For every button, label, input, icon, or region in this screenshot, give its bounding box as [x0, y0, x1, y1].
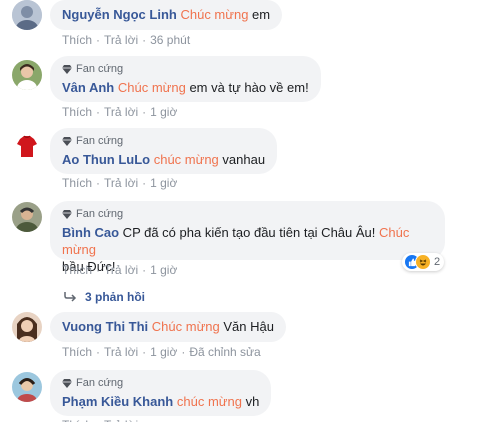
- comment-bubble: Fan cứng Bình Cao CP đã có pha kiến tạo …: [50, 201, 445, 274]
- comment-bubble: Fan cứng Vân Anh Chúc mừng em và tự hào …: [50, 56, 321, 102]
- edited-label[interactable]: Đã chỉnh sửa: [189, 345, 260, 359]
- comment-text: Văn Hậu: [219, 319, 274, 334]
- comment-author[interactable]: Ao Thun LuLo: [62, 152, 150, 167]
- reply-link[interactable]: Trả lời: [104, 263, 138, 277]
- like-link[interactable]: Thích: [62, 418, 92, 422]
- comment-bubble: Nguyễn Ngọc Linh Chúc mừng em: [50, 0, 283, 30]
- comment-time[interactable]: 1 giờ: [150, 345, 177, 359]
- comment-bubble: Fan cứng Phạm Kiều Khanh chúc mừng vh: [50, 370, 272, 416]
- comment-text: vh: [241, 394, 260, 409]
- comment-time[interactable]: 36 phút: [150, 33, 190, 47]
- comment-text: em: [248, 7, 271, 22]
- comment-highlight: chúc mừng: [153, 152, 219, 167]
- comment-author[interactable]: Vân Anh: [62, 80, 114, 95]
- avatar[interactable]: [12, 131, 42, 161]
- reply-link[interactable]: Trả lời: [104, 418, 138, 422]
- comment-actions: Thích · Trả lời · 1 giờ · Đã chỉnh sửa: [62, 345, 261, 359]
- like-link[interactable]: Thích: [62, 263, 92, 277]
- reply-link[interactable]: Trả lời: [104, 33, 138, 47]
- reaction-count: 2: [434, 256, 441, 268]
- fan-badge: Fan cứng: [62, 135, 265, 148]
- fan-badge: Fan cứng: [62, 63, 309, 76]
- comment-text: em và tự hào về em!: [185, 80, 309, 95]
- avatar[interactable]: [12, 372, 42, 402]
- fan-badge: Fan cứng: [62, 377, 259, 390]
- comment-author[interactable]: Phạm Kiều Khanh: [62, 394, 173, 409]
- comment-highlight: chúc mừng: [176, 394, 242, 409]
- reply-arrow-icon: [64, 292, 77, 302]
- view-replies-link[interactable]: 3 phản hồi: [64, 290, 145, 304]
- avatar[interactable]: [12, 0, 42, 30]
- comment-text: CP đã có pha kiến tạo đầu tiên tại Châu …: [119, 225, 379, 240]
- diamond-icon: [62, 379, 72, 388]
- comment-actions: Thích · Trả lời · 1 giờ: [62, 263, 178, 277]
- like-link[interactable]: Thích: [62, 345, 92, 359]
- comment-highlight: Chúc mừng: [180, 7, 249, 22]
- comment-actions: Thích · Trả lời · 36 phút: [62, 33, 191, 47]
- comment-highlight: Chúc mừng: [151, 319, 220, 334]
- comment-author[interactable]: Bình Cao: [62, 225, 119, 240]
- fan-badge: Fan cứng: [62, 208, 433, 221]
- avatar[interactable]: [12, 202, 42, 232]
- comment-time[interactable]: 1 giờ: [150, 263, 177, 277]
- haha-reaction-icon: [415, 254, 431, 270]
- reply-link[interactable]: Trả lời: [104, 105, 138, 119]
- like-link[interactable]: Thích: [62, 33, 92, 47]
- like-link[interactable]: Thích: [62, 176, 92, 190]
- diamond-icon: [62, 210, 72, 219]
- comment-text: vanhau: [218, 152, 266, 167]
- comment-author[interactable]: Nguyễn Ngọc Linh: [62, 7, 177, 22]
- reply-link[interactable]: Trả lời: [104, 345, 138, 359]
- comment-bubble: Vuong Thi Thi Chúc mừng Văn Hậu: [50, 312, 286, 342]
- avatar[interactable]: [12, 60, 42, 90]
- comment-actions: Thích · Trả lời · 1 giờ: [62, 176, 178, 190]
- comment-time[interactable]: 1 giờ: [150, 105, 177, 119]
- comment-actions: Thích · Trả lời · 1 giờ: [62, 105, 178, 119]
- diamond-icon: [62, 65, 72, 74]
- comment-time[interactable]: 1 giờ: [150, 176, 177, 190]
- like-link[interactable]: Thích: [62, 105, 92, 119]
- reactions-summary[interactable]: 2: [402, 253, 445, 271]
- comment-author[interactable]: Vuong Thi Thi: [62, 319, 148, 334]
- comment-actions: Thích·Trả lời·: [62, 418, 150, 422]
- comment-highlight: Chúc mừng: [117, 80, 186, 95]
- diamond-icon: [62, 137, 72, 146]
- avatar[interactable]: [12, 312, 42, 342]
- comment-bubble: Fan cứng Ao Thun LuLo chúc mừng vanhau: [50, 128, 278, 174]
- reply-link[interactable]: Trả lời: [104, 176, 138, 190]
